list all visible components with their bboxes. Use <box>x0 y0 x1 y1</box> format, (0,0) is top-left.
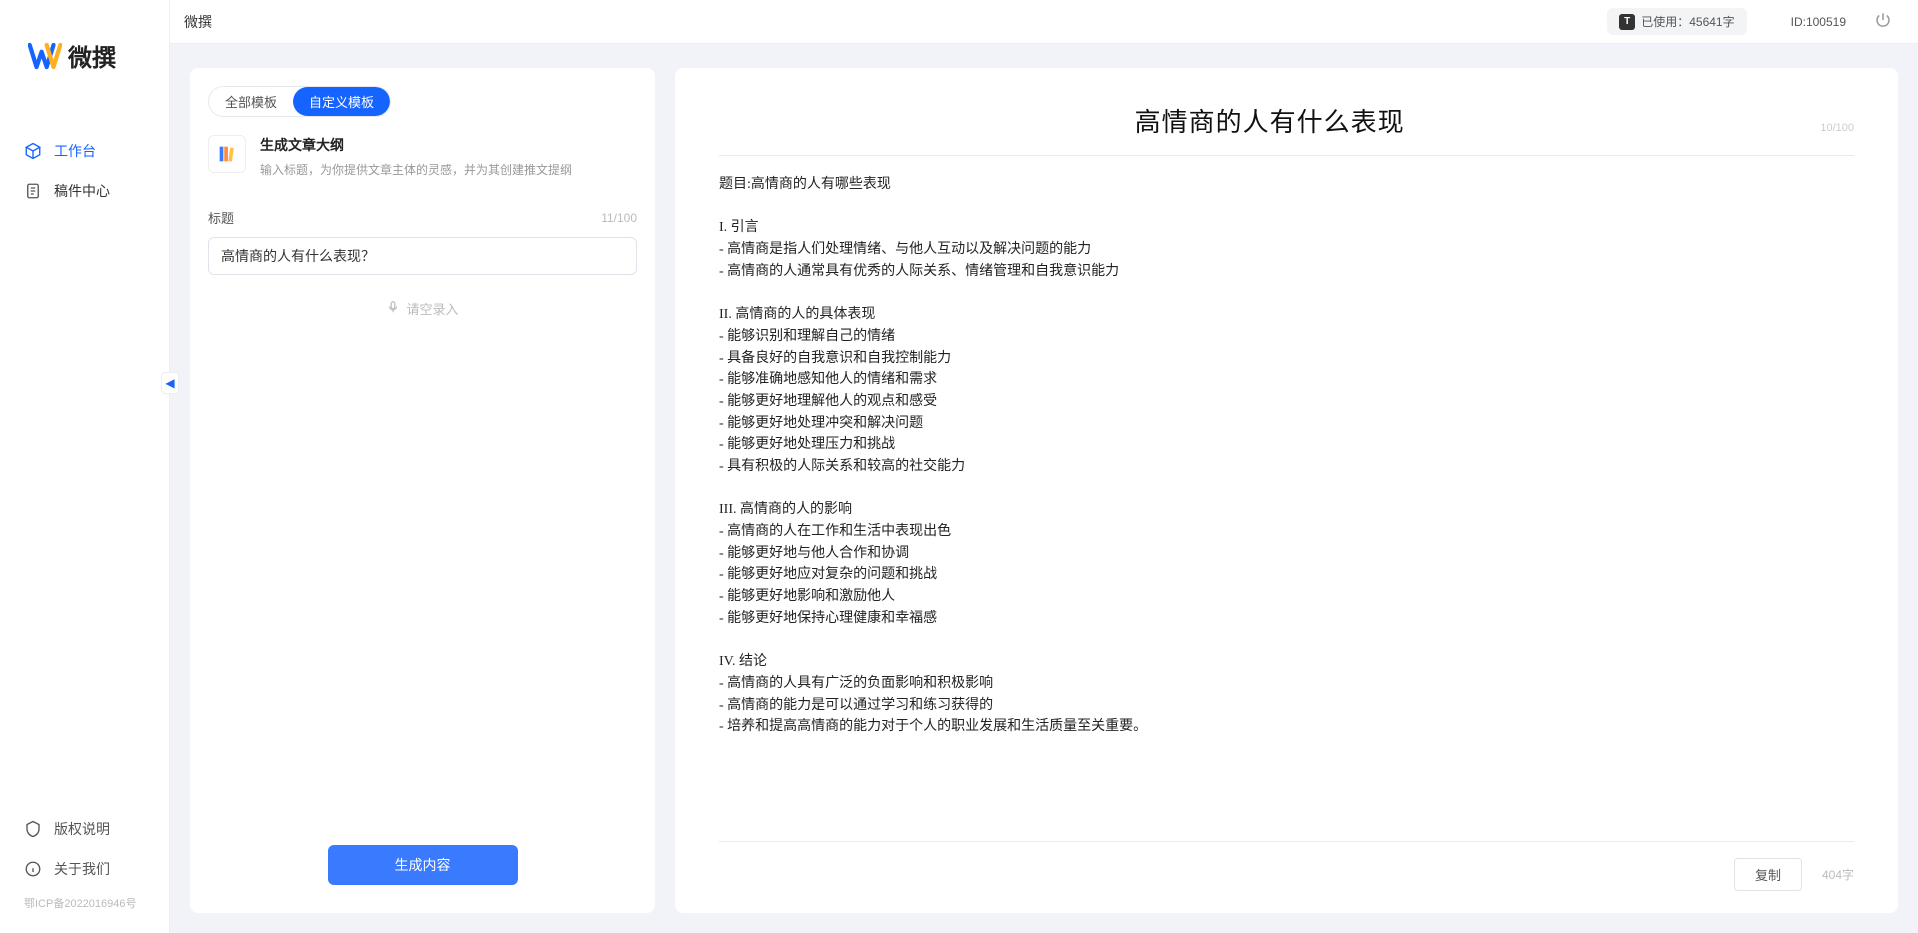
output-title-count: 10/100 <box>1820 122 1854 134</box>
config-panel: 全部模板 自定义模板 生成文章大纲 输入标题，为你提供文章主 <box>190 68 655 913</box>
shield-icon <box>24 820 42 838</box>
brand-name: 微撰 <box>68 38 116 73</box>
copy-button[interactable]: 复制 <box>1734 858 1802 891</box>
usage-text: 已使用：45641字 <box>1641 13 1734 30</box>
nav-label: 稿件中心 <box>54 181 110 201</box>
work-area: 全部模板 自定义模板 生成文章大纲 输入标题，为你提供文章主 <box>170 44 1918 933</box>
app-name: 微撰 <box>184 12 212 32</box>
books-icon <box>208 135 246 173</box>
voice-hint: 请空录入 <box>406 299 458 318</box>
tab-all-templates[interactable]: 全部模板 <box>209 87 293 116</box>
nav-label: 工作台 <box>54 141 96 161</box>
title-label: 标题 <box>208 208 234 227</box>
icp-text: 鄂ICP备2022016946号 <box>0 891 169 919</box>
mic-icon <box>386 300 400 317</box>
output-body[interactable]: 题目:高情商的人有哪些表现 I. 引言 - 高情商是指人们处理情绪、与他人互动以… <box>675 156 1898 841</box>
nav-label: 关于我们 <box>54 859 110 879</box>
cube-icon <box>24 142 42 160</box>
template-tabs: 全部模板 自定义模板 <box>190 68 655 117</box>
logo: 微撰 <box>0 0 169 97</box>
topbar: 微撰 T 已使用：45641字 ID:100519 <box>170 0 1918 44</box>
usage-chip[interactable]: T 已使用：45641字 <box>1607 8 1746 35</box>
title-char-count: 11/100 <box>601 211 637 225</box>
form-section: 标题 11/100 请空录入 <box>190 186 655 821</box>
output-panel: 高情商的人有什么表现 10/100 题目:高情商的人有哪些表现 I. 引言 - … <box>675 68 1898 913</box>
template-title: 生成文章大纲 <box>260 135 572 155</box>
document-icon <box>24 182 42 200</box>
output-title[interactable]: 高情商的人有什么表现 <box>719 102 1820 139</box>
title-input[interactable] <box>208 237 637 275</box>
voice-input-button[interactable]: 请空录入 <box>208 299 637 318</box>
sidebar-collapse-handle[interactable]: ◀ <box>161 372 179 394</box>
nav-item-workbench[interactable]: 工作台 <box>0 133 169 169</box>
power-icon[interactable] <box>1874 11 1892 32</box>
nav-label: 版权说明 <box>54 819 110 839</box>
user-id: ID:100519 <box>1791 15 1846 29</box>
info-icon <box>24 860 42 878</box>
tab-custom-templates[interactable]: 自定义模板 <box>293 87 390 116</box>
sidebar-footer: 版权说明 关于我们 鄂ICP备2022016946号 <box>0 811 169 933</box>
left-footer: 生成内容 <box>190 821 655 913</box>
nav-item-copyright[interactable]: 版权说明 <box>0 811 169 847</box>
logo-mark-icon <box>28 41 62 71</box>
main: 微撰 T 已使用：45641字 ID:100519 全部模板 自定义模板 <box>170 0 1918 933</box>
sidebar: 微撰 工作台 稿件中心 ◀ <box>0 0 170 933</box>
nav-item-about[interactable]: 关于我们 <box>0 851 169 887</box>
template-desc: 输入标题，为你提供文章主体的灵感，并为其创建推文提纲 <box>260 161 572 178</box>
nav-item-drafts[interactable]: 稿件中心 <box>0 173 169 209</box>
output-footer: 复制 404字 <box>719 841 1854 913</box>
output-word-count: 404字 <box>1822 866 1854 883</box>
token-badge-icon: T <box>1619 14 1635 30</box>
template-card: 生成文章大纲 输入标题，为你提供文章主体的灵感，并为其创建推文提纲 <box>190 117 655 186</box>
generate-button[interactable]: 生成内容 <box>328 845 518 885</box>
primary-nav: 工作台 稿件中心 <box>0 97 169 245</box>
